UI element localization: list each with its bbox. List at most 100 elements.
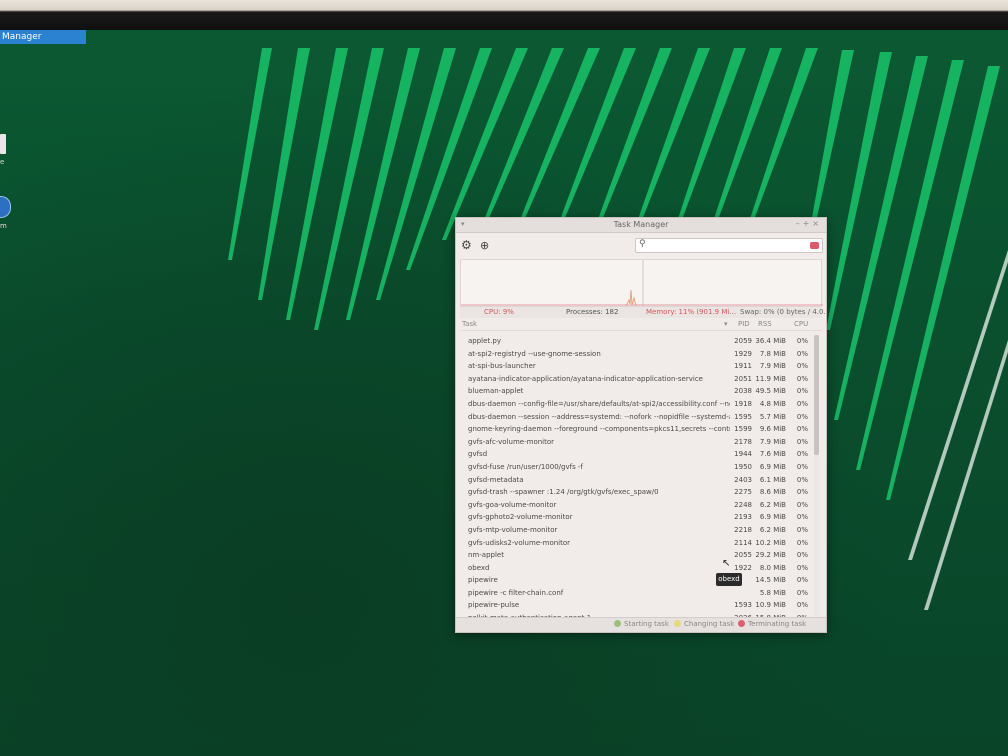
task-rss: 8.6 MiB (759, 488, 786, 497)
task-pid: 2059 (734, 337, 752, 345)
task-rss: 7.8 MiB (759, 349, 786, 358)
task-pid: 1595 (734, 412, 752, 421)
task-name: gvfs-gphoto2-volume-monitor (468, 513, 573, 522)
usage-graph-lines (461, 260, 823, 306)
task-list[interactable]: applet.py 2059 36.4 MiB 0% at-spi2-registryd… (460, 335, 812, 621)
task-cpu: 0% (796, 525, 808, 534)
task-cpu: 0% (796, 437, 808, 446)
stats-bar: CPU: 9% Processes: 182 Memory: 11% (901.… (460, 307, 830, 318)
task-name: gvfs-udisks2-volume-monitor (468, 538, 571, 547)
task-cpu: 0% (796, 513, 808, 522)
task-name: nm-applet (468, 551, 504, 560)
task-rss: 36.4 MiB (755, 337, 786, 345)
search-input[interactable] (652, 240, 806, 253)
monitor-bezel (0, 0, 1008, 30)
table-row[interactable]: gvfsd-metadata 2403 6.1 MiB 0% (460, 474, 812, 487)
title-bar[interactable]: ▾ Task Manager –+× (456, 218, 826, 233)
table-row[interactable]: pipewire 14.5 MiB 0% (460, 574, 812, 587)
minimize-button[interactable]: – (796, 219, 803, 228)
table-row[interactable]: obexd 1922 8.0 MiB 0% (460, 562, 812, 575)
column-header: Task ▾ PID RSS CPU (460, 318, 822, 331)
desktop-icon-drive[interactable]: e (0, 134, 10, 166)
task-cpu: 0% (796, 576, 808, 585)
task-name: gvfs-mtp-volume-monitor (468, 525, 558, 534)
task-cpu: 0% (796, 425, 808, 434)
task-rss: 5.8 MiB (759, 588, 786, 597)
maximize-button[interactable]: + (803, 219, 813, 228)
cpu-usage-label: CPU: 9% (484, 308, 514, 316)
task-cpu: 0% (796, 399, 808, 408)
table-row[interactable]: nm-applet 2055 29.2 MiB 0% (460, 549, 812, 562)
task-pid: 2248 (734, 500, 752, 509)
task-cpu: 0% (796, 362, 808, 371)
taskbar-window-button[interactable]: Manager (0, 30, 86, 44)
scrollbar[interactable] (814, 335, 819, 621)
table-row[interactable]: applet.py 2059 36.4 MiB 0% (460, 335, 812, 348)
table-row[interactable]: gvfsd-trash --spawner :1.24 /org/gtk/gvf… (460, 486, 812, 499)
task-cpu: 0% (796, 588, 808, 597)
table-row[interactable]: ayatana-indicator-application/ayatana-in… (460, 373, 812, 386)
task-rss: 9.6 MiB (759, 425, 786, 434)
usage-graph (460, 259, 823, 307)
task-cpu: 0% (796, 450, 808, 459)
column-cpu[interactable]: CPU (794, 320, 808, 328)
table-row[interactable]: dbus-daemon --session --address=systemd:… (460, 411, 812, 424)
crosshair-icon[interactable]: ⊕ (480, 239, 489, 252)
table-row[interactable]: gvfs-goa-volume-monitor 2248 6.2 MiB 0% (460, 499, 812, 512)
task-name: pipewire-pulse (468, 601, 520, 610)
task-rss: 7.6 MiB (759, 450, 786, 459)
starting-dot-icon (614, 620, 621, 627)
task-rss: 6.2 MiB (759, 500, 786, 509)
task-rss: 6.2 MiB (759, 525, 786, 534)
table-row[interactable]: at-spi2-registryd --use-gnome-session 192… (460, 348, 812, 361)
task-pid: 1950 (734, 462, 752, 471)
legend-starting: Starting task (614, 620, 669, 628)
task-name: gvfs-afc-volume-monitor (468, 437, 555, 446)
task-pid: 1593 (734, 601, 752, 610)
column-task[interactable]: Task (462, 320, 477, 328)
gear-icon[interactable]: ⚙ (461, 238, 472, 252)
app-circle-icon (0, 196, 11, 218)
task-name: obexd (468, 563, 490, 572)
table-row[interactable]: pipewire-pulse 1593 10.9 MiB 0% (460, 599, 812, 612)
table-row[interactable]: blueman-applet 2038 49.5 MiB 0% (460, 385, 812, 398)
drive-icon (0, 134, 6, 154)
task-name: gvfsd-fuse /run/user/1000/gvfs -f (468, 462, 583, 471)
table-row[interactable]: gvfs-afc-volume-monitor 2178 7.9 MiB 0% (460, 436, 812, 449)
scrollbar-thumb[interactable] (814, 335, 819, 455)
task-cpu: 0% (796, 538, 808, 547)
search-field[interactable]: ⚲ (635, 238, 823, 253)
table-row[interactable]: gvfsd-fuse /run/user/1000/gvfs -f 1950 6.9… (460, 461, 812, 474)
task-name: dbus-daemon --session --address=systemd:… (468, 412, 730, 421)
sort-chevron-down-icon[interactable]: ▾ (724, 320, 728, 328)
task-cpu: 0% (796, 475, 808, 484)
task-pid: 2051 (734, 374, 752, 383)
task-rss: 11.9 MiB (755, 374, 786, 383)
task-cpu: 0% (796, 551, 808, 560)
task-pid: 2114 (734, 538, 752, 547)
table-row[interactable]: gvfs-udisks2-volume-monitor 2114 10.2 MiB 0… (460, 537, 812, 550)
task-name: ayatana-indicator-application/ayatana-in… (468, 374, 703, 383)
table-row[interactable]: gnome-keyring-daemon --foreground --comp… (460, 423, 812, 436)
clear-search-icon[interactable] (810, 242, 819, 249)
table-row[interactable]: dbus-daemon --config-file=/usr/share/def… (460, 398, 812, 411)
task-rss: 6.9 MiB (759, 462, 786, 471)
legend-changing: Changing task (674, 620, 734, 628)
task-tooltip: obexd (716, 573, 742, 586)
legend-label: Starting task (624, 620, 669, 628)
table-row[interactable]: pipewire -c filter-chain.conf 5.8 MiB 0% (460, 587, 812, 600)
table-row[interactable]: at-spi-bus-launcher 1911 7.9 MiB 0% (460, 360, 812, 373)
table-row[interactable]: gvfs-gphoto2-volume-monitor 2193 6.9 MiB 0% (460, 511, 812, 524)
terminating-dot-icon (738, 620, 745, 627)
task-cpu: 0% (796, 500, 808, 509)
task-name: dbus-daemon --config-file=/usr/share/def… (468, 399, 730, 408)
table-row[interactable]: gvfsd 1944 7.6 MiB 0% (460, 448, 812, 461)
close-button[interactable]: × (812, 219, 822, 228)
table-row[interactable]: gvfs-mtp-volume-monitor 2218 6.2 MiB 0% (460, 524, 812, 537)
column-rss[interactable]: RSS (758, 320, 772, 328)
column-pid[interactable]: PID (738, 320, 750, 328)
legend-terminating: Terminating task (738, 620, 806, 628)
desktop-icon-app[interactable]: m (0, 196, 11, 230)
task-cpu: 0% (796, 374, 808, 383)
task-pid: 1599 (734, 425, 752, 434)
